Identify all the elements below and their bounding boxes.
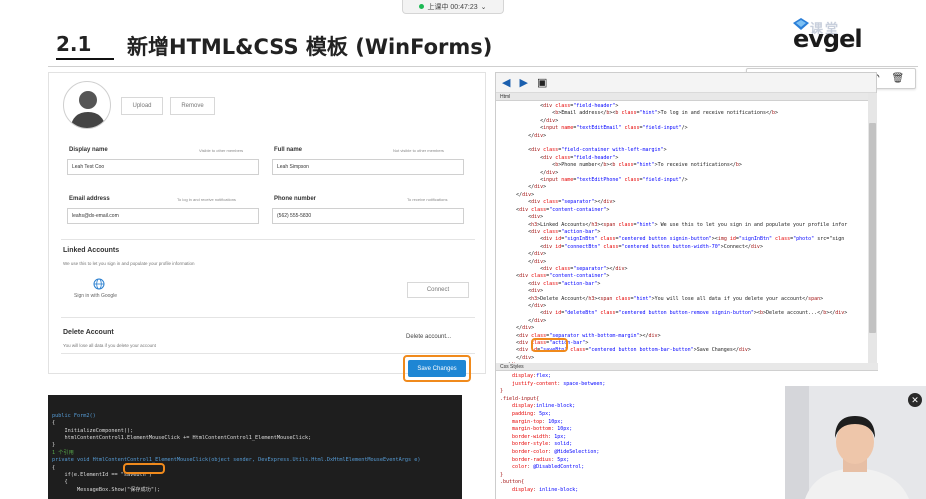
redo-arrow-icon[interactable]: ▶ (519, 76, 527, 89)
html-code-line: <div class="field-header"> (504, 103, 619, 109)
html-code-line: </div> (504, 191, 535, 198)
phone-hint: To receive notifications (407, 197, 448, 202)
html-code-line: </div> (504, 251, 547, 258)
display-name-field[interactable]: Leah Test Coo (67, 159, 259, 175)
designer-toolbar: ◀ ▶ ▣ (496, 73, 876, 93)
email-hint: To log in and receive notifications (177, 197, 236, 202)
code-line: { (52, 479, 68, 486)
code-line: if(e.ElementId == "saveBtn") (52, 472, 152, 479)
html-code-line: <b>Phone number</b><b class="hint">To re… (504, 162, 742, 169)
html-code-line: <input name="textEditEmail" class="field… (504, 125, 688, 132)
html-code-line: <div> (504, 288, 544, 295)
html-code-line: </div> (504, 169, 559, 176)
user-silhouette-icon (70, 91, 106, 128)
code-line: } (52, 442, 56, 449)
html-code-line: </div> (504, 302, 547, 309)
html-code-line: <div class="separator"></div> (504, 199, 616, 206)
html-code-line: </div> (504, 354, 535, 361)
html-code-line: <h3>Delete Account</h3><span class="hint… (504, 295, 824, 302)
html-code-line: <div id="connectBtn" class="centered but… (504, 243, 763, 250)
avatar (63, 81, 111, 129)
html-code-line: <div id="deleteBtn" class="centered butt… (504, 310, 848, 317)
email-label: Email address (69, 196, 110, 202)
code-line: MessageBox.Show("保存成功"); (52, 486, 161, 493)
html-code-line: <div class="field-header"> (504, 154, 619, 161)
css-code-line: display:flex; (512, 373, 552, 379)
separator (61, 353, 475, 354)
html-code-line: <div> (504, 214, 544, 221)
delete-icon[interactable]: 🗑 (891, 73, 905, 84)
html-code-line: </div> (504, 317, 547, 324)
remove-button[interactable]: Remove (170, 97, 215, 115)
html-code-line: <input name="textEditPhone" class="field… (504, 177, 688, 184)
html-code-line: </div> (504, 325, 535, 332)
csharp-code-editor[interactable]: public Form2(){ InitializeComponent(); h… (48, 395, 462, 499)
html-caption: Html (496, 93, 868, 101)
html-pane: Html <div class="field-header"> <b>Email… (496, 93, 868, 363)
html-code-line: <div class="separator"></div> (504, 265, 628, 272)
title-divider (48, 66, 918, 67)
css-caption: Css Styles (496, 363, 878, 371)
close-icon[interactable]: ✕ (908, 393, 922, 407)
chevron-down-icon: ⌄ (480, 3, 487, 11)
signin-google-button[interactable]: Sign in with Google (74, 293, 117, 299)
live-dot-icon (419, 4, 425, 9)
display-name-label: Display name (69, 147, 108, 153)
section-underline (56, 58, 114, 60)
delete-account-button[interactable]: Delete account... (406, 334, 451, 340)
highlight-box (123, 463, 165, 474)
linked-accounts-title: Linked Accounts (63, 247, 120, 254)
section-number: 2.1 (56, 32, 92, 56)
class-status-label: 上课中 00:47:23 (427, 3, 478, 11)
code-line: { (52, 464, 56, 471)
code-line: htmlContentControl1.ElementMouseClick +=… (52, 435, 312, 442)
html-code-line (504, 140, 868, 147)
presenter-video-frame (785, 386, 926, 499)
html-code-line: <h3>Linked Accounts</h3><span class="hin… (504, 221, 848, 228)
undo-arrow-icon[interactable]: ◀ (502, 76, 510, 89)
code-lines: public Form2(){ InitializeComponent(); h… (52, 413, 458, 494)
highlight-box (531, 338, 568, 352)
html-code-line: </div> (504, 258, 547, 265)
webcam-video (785, 386, 926, 499)
display-name-hint: Visible to other members (199, 148, 244, 153)
delete-account-hint: You will lose all data if you delete you… (63, 343, 156, 348)
html-code-line: <div class="content-container"> (504, 206, 610, 213)
html-code-line: <div id="signInBtn" class="centered butt… (504, 236, 845, 243)
phone-field[interactable]: (562) 555-5830 (272, 208, 464, 224)
phone-label: Phone number (274, 196, 317, 202)
code-line: private void HtmlContentControl1_Element… (52, 457, 421, 464)
html-code-line: <div class="action-bar"> (504, 228, 601, 235)
html-code-line: <b>Email address</b><b class="hint">To l… (504, 110, 779, 117)
save-icon[interactable]: ▣ (537, 76, 547, 89)
html-editor[interactable]: <div class="field-header"> <b>Email addr… (496, 101, 868, 363)
globe-icon (93, 278, 105, 290)
separator (61, 317, 475, 318)
profile-form-preview: Upload Remove Display name Visible to ot… (48, 72, 486, 382)
code-line: { (52, 420, 56, 427)
html-code-line: </div> (504, 184, 547, 191)
separator (61, 239, 475, 240)
upload-button[interactable]: Upload (121, 97, 163, 115)
email-field[interactable]: leahs@dx-email.com (67, 208, 259, 224)
full-name-field[interactable]: Leah Simpson (272, 159, 464, 175)
html-code-line: <div class="action-bar"> (504, 280, 601, 287)
full-name-label: Full name (274, 147, 303, 153)
save-changes-button[interactable]: Save Changes (408, 360, 466, 377)
html-code-line: <div class="content-container"> (504, 273, 610, 280)
code-line: public Form2() (52, 412, 96, 419)
logo: evgel (793, 25, 863, 53)
linked-accounts-hint: We use this to let you sign in and popul… (63, 261, 195, 266)
class-status-pill[interactable]: 上课中 00:47:23 ⌄ (402, 0, 504, 14)
html-scrollbar[interactable] (868, 93, 877, 363)
html-code-line: </div> (504, 117, 559, 124)
full-name-hint: Not visible to other members (393, 148, 444, 153)
html-code-line: </div> (504, 132, 547, 139)
section-title: 新增HTML&CSS 模板 (WinForms) (127, 35, 493, 59)
html-code-line: <div class="field-container with-left-ma… (504, 147, 667, 154)
delete-account-title: Delete Account (63, 329, 114, 336)
connect-button[interactable]: Connect (407, 282, 469, 298)
code-line: InitializeComponent(); (52, 427, 134, 434)
code-line: 1 个引用 (52, 449, 74, 456)
